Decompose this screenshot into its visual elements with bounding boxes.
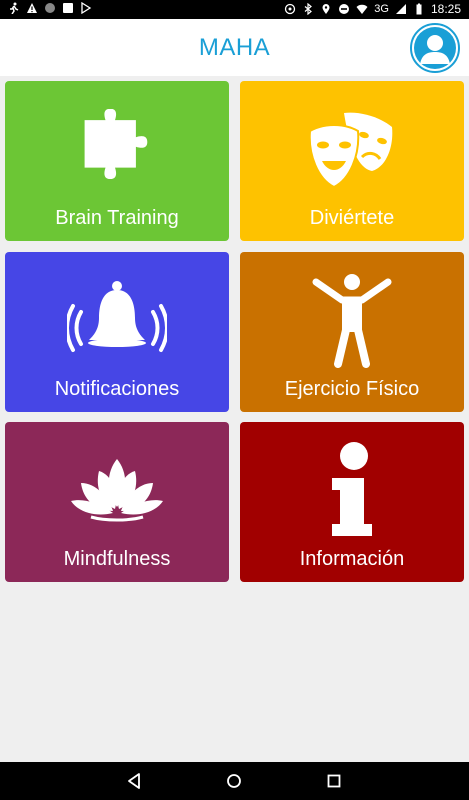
back-icon[interactable] bbox=[124, 771, 144, 791]
signal-icon bbox=[395, 4, 406, 14]
tile-label: Brain Training bbox=[55, 207, 179, 229]
user-avatar-icon[interactable] bbox=[410, 23, 460, 73]
square-icon bbox=[63, 3, 73, 13]
app-bar: MAHA bbox=[0, 19, 469, 76]
info-icon bbox=[332, 441, 372, 536]
tile-label: Diviértete bbox=[309, 207, 395, 229]
lotus-icon bbox=[71, 458, 163, 521]
warning-icon bbox=[27, 3, 37, 13]
person-exercise-icon bbox=[312, 273, 392, 368]
bluetooth-icon bbox=[304, 3, 313, 15]
tile-label: Información bbox=[299, 548, 405, 570]
wifi-icon bbox=[356, 4, 368, 14]
tile-label: Notificaciones bbox=[54, 378, 180, 400]
network-type: 3G bbox=[374, 3, 389, 15]
location-icon bbox=[322, 4, 330, 15]
do-not-disturb-icon bbox=[339, 4, 350, 14]
tile-mindfulness[interactable]: Mindfulness bbox=[5, 422, 229, 582]
tile-diviertete[interactable]: Diviértete bbox=[240, 81, 464, 241]
status-bar-notifications bbox=[8, 2, 92, 14]
sync-icon bbox=[285, 3, 296, 15]
circle-icon bbox=[45, 3, 55, 13]
navigation-bar bbox=[0, 762, 469, 800]
home-icon[interactable] bbox=[224, 771, 244, 791]
tile-ejercicio-fisico[interactable]: Ejercicio Físico bbox=[240, 252, 464, 412]
app-title: MAHA bbox=[198, 34, 271, 61]
tile-informacion[interactable]: Información bbox=[240, 422, 464, 582]
status-bar-system: 3G 18:25 bbox=[284, 2, 461, 16]
tile-label: Ejercicio Físico bbox=[284, 378, 420, 400]
status-bar: 3G 18:25 bbox=[0, 0, 469, 19]
theater-masks-icon bbox=[308, 112, 393, 188]
puzzle-piece-icon bbox=[84, 108, 148, 179]
runner-icon bbox=[10, 2, 19, 14]
play-store-icon bbox=[81, 2, 92, 14]
battery-icon bbox=[416, 3, 422, 15]
tile-brain-training[interactable]: Brain Training bbox=[5, 81, 229, 241]
recents-icon[interactable] bbox=[324, 771, 344, 791]
tile-label: Mindfulness bbox=[63, 548, 171, 570]
ringing-bell-icon bbox=[67, 280, 167, 352]
tile-notificaciones[interactable]: Notificaciones bbox=[5, 252, 229, 412]
clock: 18:25 bbox=[430, 2, 461, 16]
